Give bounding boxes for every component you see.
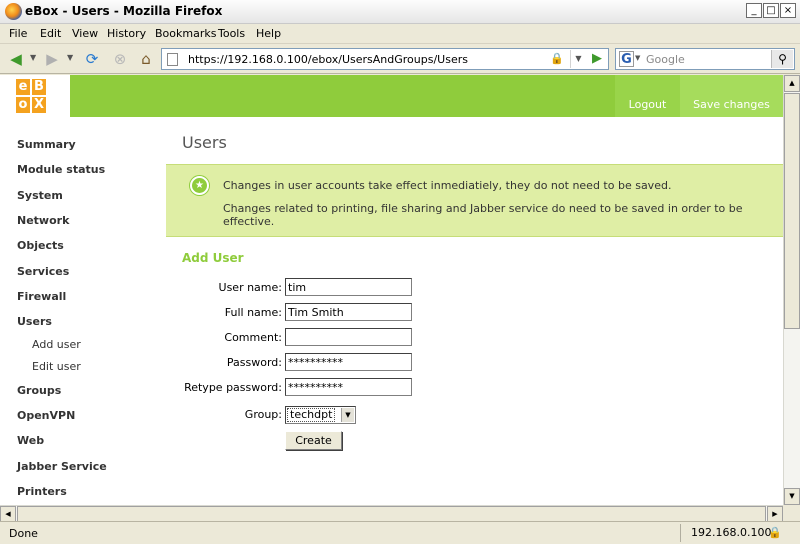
save-changes-link[interactable]: Save changes xyxy=(680,75,783,117)
lock-icon[interactable]: 🔒 xyxy=(550,52,564,65)
menu-history[interactable]: History xyxy=(107,27,146,40)
fullname-label: Full name: xyxy=(224,306,282,319)
group-select-value[interactable]: techdpt xyxy=(287,408,336,422)
logo-letter: e xyxy=(16,79,30,95)
sidebar-item-users[interactable]: Users xyxy=(17,315,52,328)
logo-letter: X xyxy=(32,97,46,113)
page-title: Users xyxy=(182,133,227,152)
notice-text: Changes related to printing, file sharin… xyxy=(223,202,743,228)
scroll-down-icon[interactable]: ▼ xyxy=(784,488,800,505)
forward-icon[interactable]: ▶ xyxy=(42,49,62,69)
page-icon xyxy=(167,53,178,66)
ebox-logo: e B o X xyxy=(16,79,64,115)
minimize-button[interactable]: _ xyxy=(746,3,762,18)
comment-label: Comment: xyxy=(224,331,282,344)
menu-bookmarks[interactable]: Bookmarks xyxy=(155,27,216,40)
firefox-logo-icon xyxy=(5,3,22,20)
main-panel: Users ★ Changes in user accounts take ef… xyxy=(166,117,783,505)
sidebar-subitem-add-user[interactable]: Add user xyxy=(32,338,81,351)
status-lock-icon[interactable]: 🔒 xyxy=(768,526,782,539)
info-notice: ★ Changes in user accounts take effect i… xyxy=(166,164,783,237)
scrollbar-corner xyxy=(783,505,800,521)
window-titlebar: eBox - Users - Mozilla Firefox _ □ × xyxy=(0,0,800,24)
sidebar-item-openvpn[interactable]: OpenVPN xyxy=(17,409,75,422)
group-select[interactable]: techdpt ▼ xyxy=(285,406,356,424)
section-title: Add User xyxy=(182,251,244,265)
logout-link[interactable]: Logout xyxy=(615,75,680,117)
fullname-field[interactable] xyxy=(285,303,412,321)
group-label: Group: xyxy=(244,408,282,421)
username-field[interactable] xyxy=(285,278,412,296)
retype-password-field[interactable] xyxy=(285,378,412,396)
reload-icon[interactable]: ⟳ xyxy=(82,49,102,69)
horizontal-scrollbar[interactable]: ◀ ▶ xyxy=(0,505,783,522)
horizontal-scroll-thumb[interactable] xyxy=(17,506,766,522)
scroll-left-icon[interactable]: ◀ xyxy=(0,506,16,522)
sidebar-menu: Summary Module status System Network Obj… xyxy=(0,117,166,505)
forward-history-dropdown-icon[interactable]: ▼ xyxy=(67,53,73,62)
menu-tools[interactable]: Tools xyxy=(218,27,245,40)
page-content: e B o X Logout Save changes Summary Modu… xyxy=(0,75,783,505)
menu-edit[interactable]: Edit xyxy=(40,27,61,40)
back-icon[interactable]: ◀ xyxy=(6,49,26,69)
scroll-right-icon[interactable]: ▶ xyxy=(767,506,783,522)
logo-letter: o xyxy=(16,97,30,113)
retype-password-label: Retype password: xyxy=(184,381,282,394)
logo-letter: B xyxy=(32,79,46,95)
close-button[interactable]: × xyxy=(780,3,796,18)
notice-text: Changes in user accounts take effect inm… xyxy=(223,179,672,192)
password-label: Password: xyxy=(226,356,282,369)
url-bar[interactable]: https://192.168.0.100/ebox/UsersAndGroup… xyxy=(161,48,609,70)
search-icon[interactable]: ⚲ xyxy=(771,50,793,68)
google-engine-icon[interactable]: G xyxy=(619,51,634,67)
sidebar-item-objects[interactable]: Objects xyxy=(17,239,64,252)
username-label: User name: xyxy=(218,281,282,294)
url-text[interactable]: https://192.168.0.100/ebox/UsersAndGroup… xyxy=(188,53,468,66)
vertical-scrollbar[interactable]: ▲ ▼ xyxy=(783,75,800,505)
menu-bar: File Edit View History Bookmarks Tools H… xyxy=(0,24,800,44)
sidebar-item-network[interactable]: Network xyxy=(17,214,69,227)
sidebar-item-system[interactable]: System xyxy=(17,189,63,202)
menu-view[interactable]: View xyxy=(72,27,98,40)
maximize-button[interactable]: □ xyxy=(763,3,779,18)
menu-help[interactable]: Help xyxy=(256,27,281,40)
sidebar-item-printers[interactable]: Printers xyxy=(17,485,67,498)
sidebar-item-jabber-service[interactable]: Jabber Service xyxy=(17,460,107,473)
sidebar-item-module-status[interactable]: Module status xyxy=(17,163,105,176)
ebox-header: e B o X Logout Save changes xyxy=(0,75,783,117)
sidebar-item-web[interactable]: Web xyxy=(17,434,44,447)
back-history-dropdown-icon[interactable]: ▼ xyxy=(30,53,36,62)
sidebar-item-services[interactable]: Services xyxy=(17,265,69,278)
search-input[interactable]: Google xyxy=(646,53,685,66)
url-dropdown-icon[interactable]: ▼ xyxy=(570,50,586,68)
scroll-up-icon[interactable]: ▲ xyxy=(784,75,800,92)
sidebar-item-firewall[interactable]: Firewall xyxy=(17,290,66,303)
menu-file[interactable]: File xyxy=(9,27,27,40)
chevron-down-icon[interactable]: ▼ xyxy=(341,408,354,422)
create-button[interactable]: Create xyxy=(285,431,342,450)
navigation-toolbar: ◀ ▼ ▶ ▼ ⟳ ⊗ ⌂ https://192.168.0.100/ebox… xyxy=(0,44,800,74)
home-icon[interactable]: ⌂ xyxy=(136,49,156,69)
search-engine-dropdown-icon[interactable]: ▼ xyxy=(635,54,640,62)
stop-icon[interactable]: ⊗ xyxy=(110,49,130,69)
status-text: Done xyxy=(9,527,38,540)
sidebar-item-summary[interactable]: Summary xyxy=(17,138,76,151)
comment-field[interactable] xyxy=(285,328,412,346)
sidebar-item-groups[interactable]: Groups xyxy=(17,384,61,397)
sidebar-subitem-edit-user[interactable]: Edit user xyxy=(32,360,81,373)
vertical-scroll-thumb[interactable] xyxy=(784,93,800,329)
notice-star-icon: ★ xyxy=(190,176,209,195)
status-bar: Done 192.168.0.100 🔒 xyxy=(0,521,800,544)
window-title: eBox - Users - Mozilla Firefox xyxy=(25,4,223,18)
status-host: 192.168.0.100 xyxy=(680,524,771,542)
search-bar[interactable]: G ▼ Google ⚲ xyxy=(615,48,795,70)
go-icon[interactable]: ▶ xyxy=(592,51,602,66)
password-field[interactable] xyxy=(285,353,412,371)
